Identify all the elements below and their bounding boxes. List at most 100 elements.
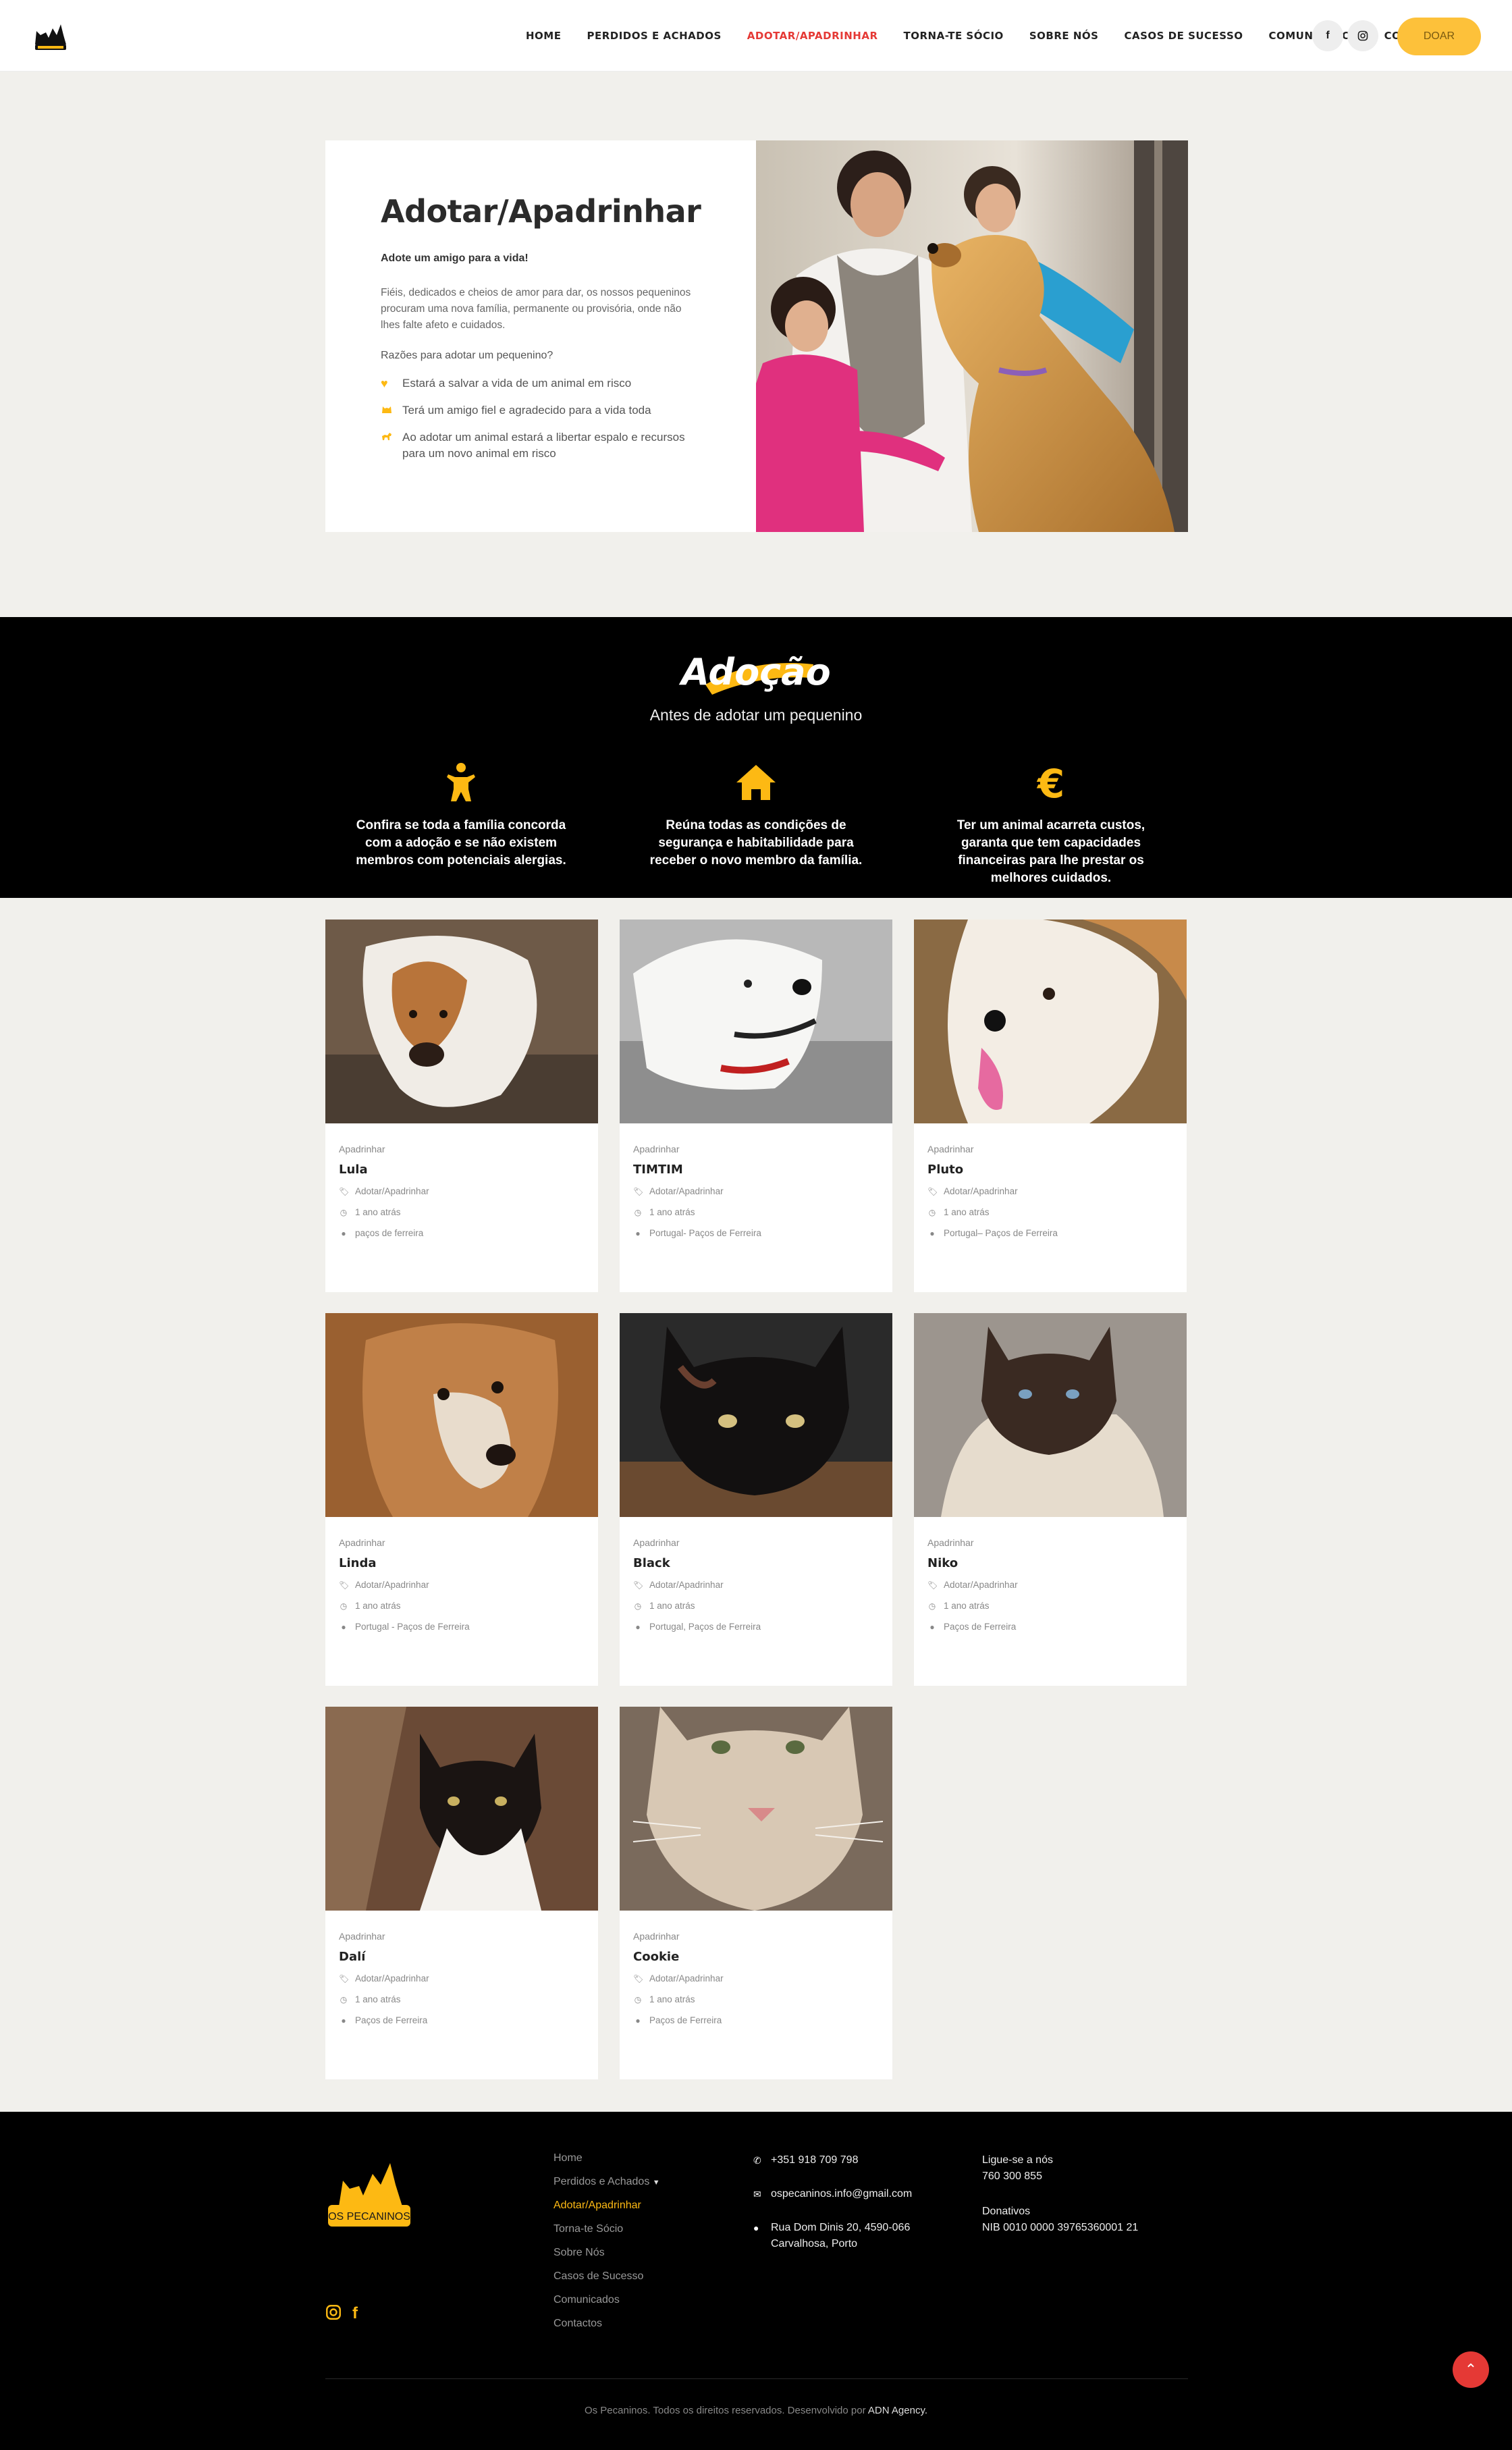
- animal-photo[interactable]: [325, 920, 598, 1123]
- footer-email[interactable]: ✉ ospecaninos.info@gmail.com: [753, 2186, 912, 2202]
- card-category[interactable]: Apadrinhar: [339, 1931, 585, 1942]
- tag-icon: 🏷: [339, 1580, 350, 1590]
- location-text: Portugal– Paços de Ferreira: [944, 1228, 1058, 1238]
- footer-link-home[interactable]: Home: [554, 2152, 660, 2164]
- site-footer: OS PECANINOS f Home Perdidos e Achados ▼…: [0, 2112, 1512, 2450]
- footer-link-socio[interactable]: Torna-te Sócio: [554, 2223, 660, 2235]
- card-category[interactable]: Apadrinhar: [633, 1931, 879, 1942]
- nav-casos-sucesso[interactable]: CASOS DE SUCESSO: [1111, 30, 1256, 42]
- card-time: ◷ 1 ano atrás: [339, 1994, 585, 2004]
- nav-perdidos-achados[interactable]: PERDIDOS E ACHADOS: [574, 30, 734, 42]
- card-title[interactable]: Niko: [927, 1556, 1173, 1570]
- animal-card[interactable]: Apadrinhar Lula 🏷 Adotar/Apadrinhar ◷ 1 an…: [325, 920, 598, 1292]
- animal-card[interactable]: Apadrinhar Linda 🏷 Adotar/Apadrinhar ◷ 1 a…: [325, 1313, 598, 1686]
- card-tag: 🏷 Adotar/Apadrinhar: [633, 1973, 879, 1983]
- card-title[interactable]: Black: [633, 1556, 879, 1570]
- nav-adotar-apadrinhar[interactable]: ADOTAR/APADRINHAR: [734, 30, 891, 42]
- step-home: Reúna todas as condições de segurança e …: [645, 759, 867, 870]
- card-time: ◷ 1 ano atrás: [927, 1601, 1173, 1611]
- footer-link-adotar[interactable]: Adotar/Apadrinhar: [554, 2200, 660, 2212]
- map-pin-icon: ●: [753, 2222, 759, 2233]
- tag-text[interactable]: Adotar/Apadrinhar: [355, 1186, 429, 1196]
- intro-text: Adotar/Apadrinhar Adote um amigo para a …: [381, 193, 701, 473]
- animal-card[interactable]: Apadrinhar TIMTIM 🏷 Adotar/Apadrinhar ◷ 1 …: [620, 920, 892, 1292]
- adoption-title-text: Adoção: [678, 651, 830, 693]
- footer-link-perdidos[interactable]: Perdidos e Achados ▼: [554, 2176, 660, 2188]
- adoption-band: Adoção Antes de adotar um pequenino Conf…: [0, 617, 1512, 898]
- facebook-glyph: f: [1326, 30, 1330, 41]
- tag-text[interactable]: Adotar/Apadrinhar: [649, 1580, 724, 1590]
- mail-icon: ✉: [753, 2189, 761, 2200]
- card-time: ◷ 1 ano atrás: [927, 1207, 1173, 1217]
- card-title[interactable]: Dalí: [339, 1950, 585, 1964]
- card-tag: 🏷 Adotar/Apadrinhar: [633, 1580, 879, 1590]
- card-category[interactable]: Apadrinhar: [633, 1537, 879, 1548]
- reason-text: Ao adotar um animal estará a libertar es…: [402, 431, 685, 460]
- footer-logo[interactable]: OS PECANINOS: [325, 2154, 413, 2233]
- card-title[interactable]: TIMTIM: [633, 1163, 879, 1177]
- animal-photo[interactable]: [620, 920, 892, 1123]
- card-category[interactable]: Apadrinhar: [339, 1537, 585, 1548]
- facebook-icon[interactable]: f: [352, 2304, 358, 2325]
- nav-torna-te-socio[interactable]: TORNA-TE SÓCIO: [891, 30, 1017, 42]
- card-category[interactable]: Apadrinhar: [927, 1144, 1173, 1154]
- card-body: Apadrinhar Lula 🏷 Adotar/Apadrinhar ◷ 1 an…: [325, 1123, 598, 1258]
- card-category[interactable]: Apadrinhar: [927, 1537, 1173, 1548]
- map-pin-icon: ●: [341, 1622, 346, 1632]
- nib-number: NIB 0010 0000 39765360001 21: [982, 2222, 1139, 2233]
- copyright-text: Os Pecaninos. Todos os direitos reservad…: [584, 2405, 866, 2416]
- card-title[interactable]: Pluto: [927, 1163, 1173, 1177]
- heart-icon: ♥: [381, 377, 388, 390]
- agency-link[interactable]: ADN Agency.: [868, 2405, 927, 2416]
- animal-card[interactable]: Apadrinhar Niko 🏷 Adotar/Apadrinhar ◷ 1 an…: [914, 1313, 1187, 1686]
- nav-sobre-nos[interactable]: SOBRE NÓS: [1017, 30, 1112, 42]
- footer-info: Ligue-se a nós 760 300 855 Donativos NIB…: [982, 2152, 1138, 2236]
- animal-card[interactable]: Apadrinhar Dalí 🏷 Adotar/Apadrinhar ◷ 1 an…: [325, 1707, 598, 2079]
- footer-link-casos[interactable]: Casos de Sucesso: [554, 2270, 660, 2283]
- card-title[interactable]: Linda: [339, 1556, 585, 1570]
- scroll-to-top-button[interactable]: ⌃: [1453, 2351, 1489, 2388]
- card-category[interactable]: Apadrinhar: [339, 1144, 585, 1154]
- animal-photo[interactable]: [325, 1313, 598, 1517]
- animal-photo[interactable]: [914, 1313, 1187, 1517]
- footer-phone[interactable]: ✆ +351 918 709 798: [753, 2152, 912, 2168]
- card-title[interactable]: Cookie: [633, 1950, 879, 1964]
- tag-text[interactable]: Adotar/Apadrinhar: [649, 1186, 724, 1196]
- tag-text[interactable]: Adotar/Apadrinhar: [649, 1973, 724, 1983]
- time-text: 1 ano atrás: [944, 1207, 990, 1217]
- footer-link-contactos[interactable]: Contactos: [554, 2318, 660, 2330]
- tag-text[interactable]: Adotar/Apadrinhar: [355, 1973, 429, 1983]
- card-tag: 🏷 Adotar/Apadrinhar: [339, 1186, 585, 1196]
- donate-button[interactable]: DOAR: [1397, 18, 1481, 55]
- card-title[interactable]: Lula: [339, 1163, 585, 1177]
- location-text: Portugal, Paços de Ferreira: [649, 1622, 761, 1632]
- reasons-list: ♥ Estará a salvar a vida de um animal em …: [381, 375, 698, 462]
- footer-link-comunicados[interactable]: Comunicados: [554, 2294, 660, 2306]
- card-body: Apadrinhar Niko 🏷 Adotar/Apadrinhar ◷ 1 an…: [914, 1517, 1187, 1652]
- clock-icon: ◷: [634, 1207, 642, 1217]
- card-location: ● Paços de Ferreira: [633, 2015, 879, 2025]
- facebook-icon[interactable]: f: [1312, 20, 1343, 51]
- tag-text[interactable]: Adotar/Apadrinhar: [355, 1580, 429, 1590]
- animal-card[interactable]: Apadrinhar Pluto 🏷 Adotar/Apadrinhar ◷ 1 a…: [914, 920, 1187, 1292]
- intro-section: Adotar/Apadrinhar Adote um amigo para a …: [325, 140, 1188, 532]
- animal-photo[interactable]: [914, 920, 1187, 1123]
- card-category[interactable]: Apadrinhar: [633, 1144, 879, 1154]
- animal-photo[interactable]: [620, 1707, 892, 1911]
- tag-text[interactable]: Adotar/Apadrinhar: [944, 1580, 1018, 1590]
- instagram-icon[interactable]: [1347, 20, 1378, 51]
- site-header: HOME PERDIDOS E ACHADOS ADOTAR/APADRINHA…: [0, 0, 1512, 72]
- nav-home[interactable]: HOME: [513, 30, 574, 42]
- instagram-icon[interactable]: [325, 2304, 342, 2325]
- tag-text[interactable]: Adotar/Apadrinhar: [944, 1186, 1018, 1196]
- animal-photo[interactable]: [620, 1313, 892, 1517]
- animal-card[interactable]: Apadrinhar Cookie 🏷 Adotar/Apadrinhar ◷ 1 …: [620, 1707, 892, 2079]
- address-line1: Rua Dom Dinis 20, 4590-066: [771, 2222, 911, 2233]
- footer-link-sobre[interactable]: Sobre Nós: [554, 2247, 660, 2259]
- site-logo[interactable]: [30, 15, 70, 55]
- clock-icon: ◷: [634, 1994, 642, 2004]
- animal-card[interactable]: Apadrinhar Black 🏷 Adotar/Apadrinhar ◷ 1 a…: [620, 1313, 892, 1686]
- animal-photo[interactable]: [325, 1707, 598, 1911]
- card-time: ◷ 1 ano atrás: [339, 1207, 585, 1217]
- location-text: Portugal- Paços de Ferreira: [649, 1228, 761, 1238]
